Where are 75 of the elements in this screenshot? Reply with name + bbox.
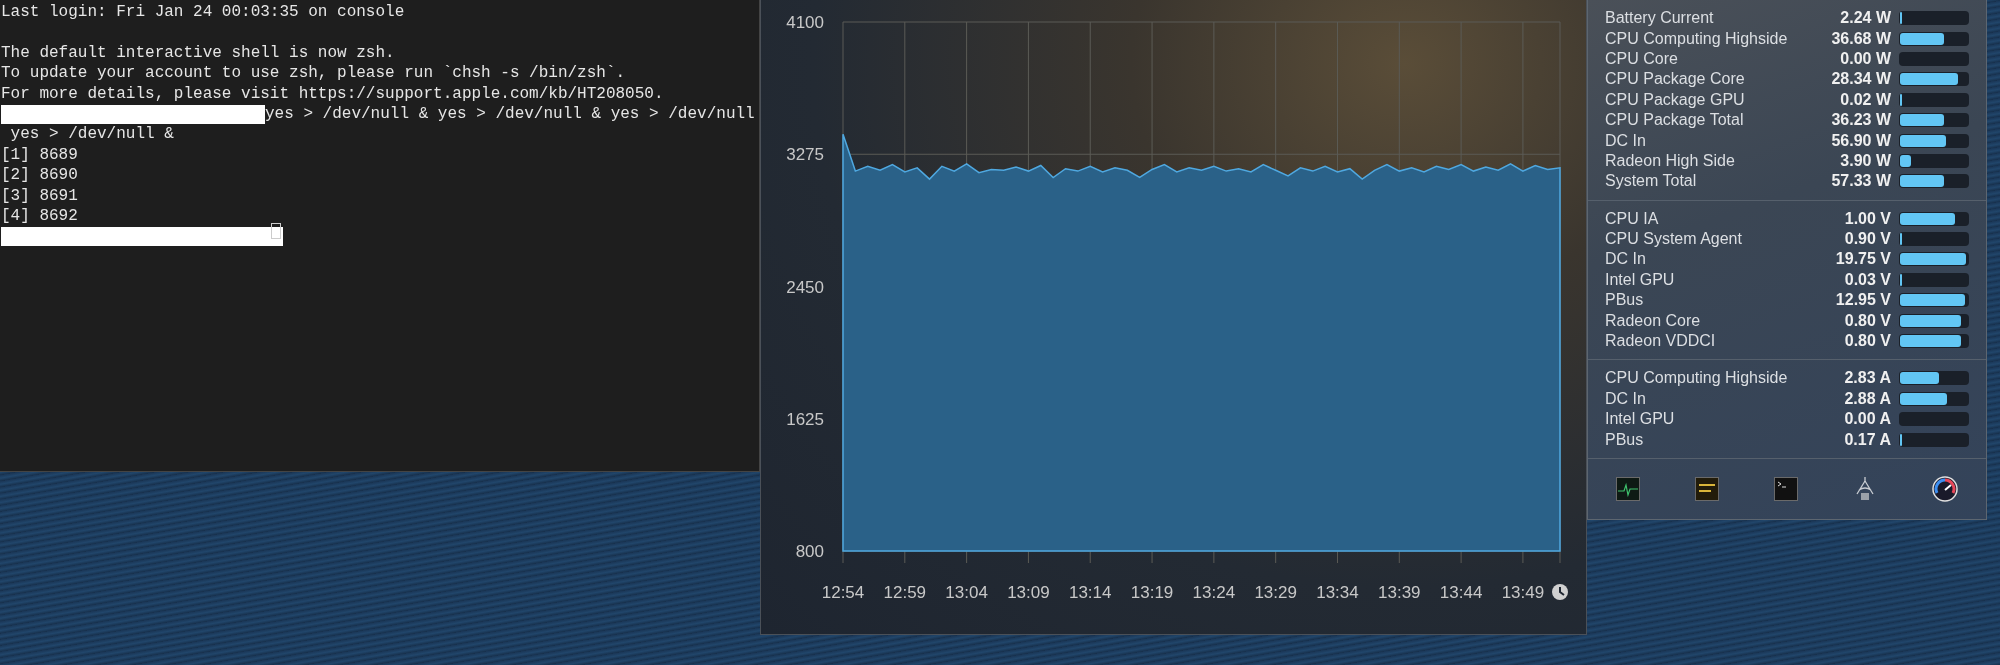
sensor-label: Battery Current — [1605, 9, 1715, 28]
sensor-value: 57.33 W — [1831, 172, 1891, 191]
x-axis-label: 13:04 — [945, 583, 988, 602]
sensor-value: 3.90 W — [1840, 151, 1891, 170]
y-axis-label: 3275 — [786, 145, 824, 165]
x-axis-label: 13:29 — [1254, 583, 1297, 602]
sensor-value: 2.88 A — [1844, 389, 1891, 408]
x-axis-label: 13:39 — [1378, 583, 1421, 602]
sensor-value: 0.03 V — [1844, 270, 1891, 289]
y-axis-label: 1625 — [786, 409, 824, 429]
sensor-label: PBus — [1605, 430, 1645, 449]
terminal-text: yes > /dev/null & — [9, 124, 174, 145]
level-bar — [1899, 51, 1969, 66]
terminal-text: yes > /dev/null & yes > /dev/null & yes > /dev/null — [265, 103, 755, 125]
x-axis-label: 13:49 — [1501, 583, 1545, 602]
x-axis-label: 12:59 — [883, 583, 927, 602]
terminal-icon[interactable] — [1774, 476, 1798, 501]
terminal-text: [3] 8691 — [1, 185, 78, 206]
terminal-text: [2] 8690 — [1, 165, 78, 186]
sensor-label: CPU Package Total — [1605, 111, 1745, 130]
sensor-value: 0.80 V — [1844, 311, 1891, 330]
heartbeat-monitor-icon[interactable] — [1616, 476, 1640, 501]
y-axis-label: 2450 — [786, 277, 824, 297]
terminal-text: [4] 8692 — [1, 205, 78, 227]
terminal-text: To update your account to use zsh, please run `chsh -s /bin/zsh`. — [1, 63, 626, 84]
sensor-label: Intel GPU — [1605, 410, 1676, 429]
sensor-value: 2.24 W — [1840, 9, 1891, 28]
sensor-value: 36.23 W — [1831, 111, 1891, 130]
terminal-text: The default interactive shell is now zsh. — [1, 42, 395, 64]
sensor-value: 2.83 A — [1844, 369, 1891, 388]
sensor-value: 36.68 W — [1831, 29, 1891, 48]
sensor-value: 0.02 W — [1840, 90, 1891, 109]
log-console-icon[interactable] — [1695, 476, 1719, 501]
sensor-label: PBus — [1605, 291, 1645, 310]
sensor-label: DC In — [1605, 389, 1647, 408]
sensor-label: Radeon Core — [1605, 311, 1702, 330]
sensor-value: 0.80 V — [1844, 332, 1891, 351]
x-axis-label: 13:34 — [1316, 583, 1359, 602]
x-axis-label: 13:09 — [1007, 583, 1050, 602]
terminal-text: Last login: Fri Jan 24 00:03:35 on console — [1, 2, 405, 23]
sensor-label: CPU Core — [1605, 49, 1679, 68]
terminal-text: [1] 8689 — [1, 144, 78, 166]
sensor-label: Radeon VDDCI — [1605, 332, 1717, 351]
sensor-label: CPU System Agent — [1605, 230, 1743, 249]
terminal-text: For more details, please visit https://support.apple.com/kb/HT208050. — [1, 83, 664, 104]
x-axis-label: 13:24 — [1192, 583, 1236, 602]
sensor-value: 0.90 V — [1844, 230, 1891, 249]
sensor-label: Intel GPU — [1605, 270, 1676, 289]
sensor-value: 12.95 V — [1835, 291, 1891, 310]
sensor-value: 1.00 V — [1844, 209, 1891, 228]
sensor-value: 28.34 W — [1831, 70, 1891, 89]
cursor-icon — [271, 223, 281, 240]
x-axis-label: 12:54 — [821, 583, 865, 602]
level-bar — [1899, 412, 1969, 427]
sensor-label: System Total — [1605, 172, 1698, 191]
sensor-label: CPU IA — [1605, 209, 1660, 228]
sensor-value: 0.17 A — [1844, 430, 1891, 449]
y-axis-label: 800 — [795, 542, 824, 561]
gauge-icon[interactable] — [1932, 475, 1958, 502]
sensor-label: CPU Package Core — [1605, 70, 1746, 89]
sensor-label: CPU Computing Highside — [1605, 369, 1789, 388]
sensor-label: DC In — [1605, 131, 1647, 150]
x-axis-label: 13:14 — [1068, 583, 1112, 602]
sensor-label: Radeon High Side — [1605, 151, 1736, 170]
sensor-value: 19.75 V — [1835, 250, 1891, 269]
clock-icon[interactable] — [1552, 584, 1568, 600]
sensor-label: CPU Package GPU — [1605, 90, 1746, 109]
sensor-value: 0.00 W — [1840, 49, 1891, 68]
sensor-value: 56.90 W — [1831, 131, 1891, 150]
sensor-value: 0.00 A — [1844, 410, 1891, 429]
sensor-label: DC In — [1605, 250, 1647, 269]
x-axis-label: 13:19 — [1130, 583, 1174, 602]
x-axis-label: 13:44 — [1439, 583, 1483, 602]
sensor-label: CPU Computing Highside — [1605, 29, 1789, 48]
y-axis-label: 4100 — [786, 13, 824, 32]
